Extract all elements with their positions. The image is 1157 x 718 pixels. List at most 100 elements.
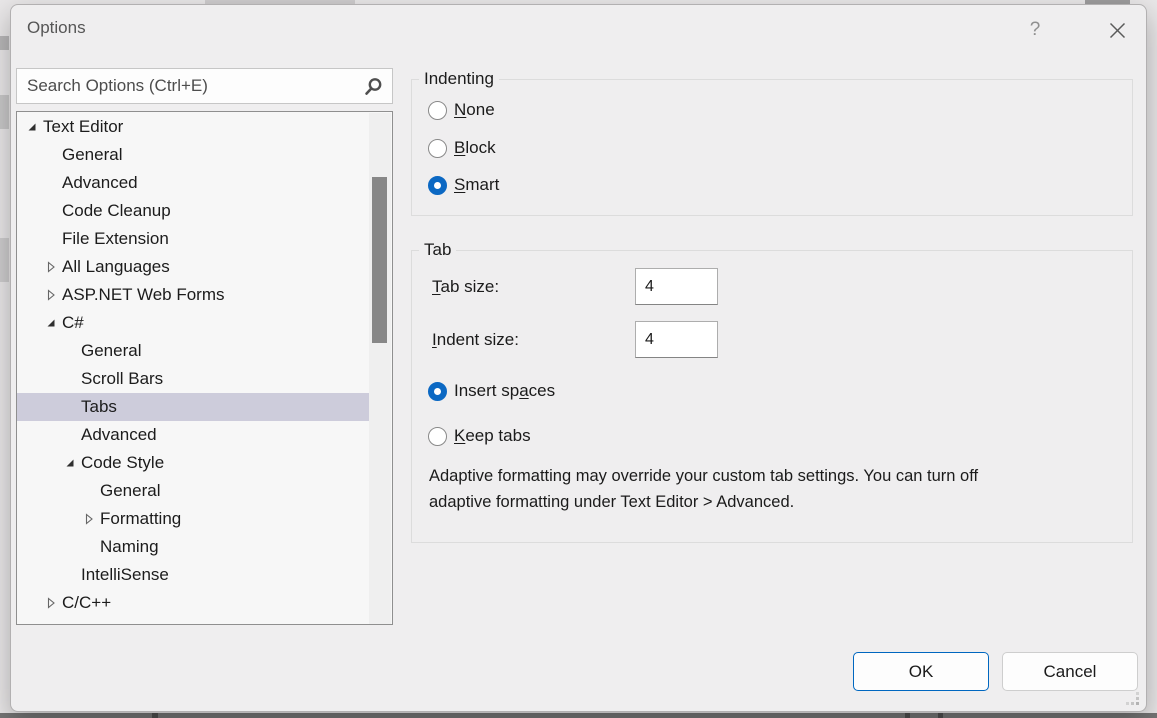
note-line-1: Adaptive formatting may override your cu… (429, 463, 1119, 489)
radio-option-label: Keep tabs (454, 426, 531, 446)
indenting-group-legend: Indenting (419, 69, 499, 89)
background-window-fragment (938, 713, 943, 718)
tree-expander-icon[interactable] (43, 288, 58, 303)
tree-expander-icon[interactable] (43, 316, 58, 331)
search-icon[interactable] (362, 76, 384, 98)
tree-expander-icon[interactable] (43, 260, 58, 275)
tree-item[interactable]: Tabs (17, 393, 369, 421)
tree-expander-icon[interactable] (62, 428, 77, 443)
tree-item-label: C/C++ (62, 593, 111, 613)
resize-grip[interactable] (1126, 692, 1140, 706)
indent-size-input[interactable] (635, 321, 718, 358)
tree-item-label: ASP.NET Web Forms (62, 285, 225, 305)
search-input[interactable] (17, 69, 392, 103)
tree-item-label: Naming (100, 537, 159, 557)
indent-size-label: Indent size: (432, 330, 519, 350)
tree-item[interactable]: All Languages (17, 253, 369, 281)
tree-item[interactable]: Naming (17, 533, 369, 561)
tree-item-label: Advanced (62, 173, 138, 193)
radio-option-label: Smart (454, 175, 499, 195)
tab-group-legend: Tab (419, 240, 456, 260)
radio-icon[interactable] (428, 139, 447, 158)
tree-expander-icon[interactable] (81, 540, 96, 555)
tree-expander-icon[interactable] (81, 484, 96, 499)
tab-size-label: Tab size: (432, 277, 499, 297)
tree-item[interactable]: General (17, 337, 369, 365)
tree-scrollbar[interactable] (369, 113, 391, 624)
tree-expander-icon[interactable] (62, 456, 77, 471)
tree-expander-icon[interactable] (62, 344, 77, 359)
tree-expander-icon[interactable] (81, 512, 96, 527)
tree-item[interactable]: Formatting (17, 505, 369, 533)
tree-item[interactable]: Code Style (17, 449, 369, 477)
tree-expander-icon[interactable] (62, 400, 77, 415)
tree-item[interactable]: Scroll Bars (17, 365, 369, 393)
radio-icon[interactable] (428, 101, 447, 120)
tree-item[interactable]: Code Cleanup (17, 197, 369, 225)
radio-option[interactable]: Block (428, 137, 496, 159)
close-icon (1109, 22, 1126, 39)
radio-icon[interactable] (428, 176, 447, 195)
tree-item[interactable]: C/C++ (17, 589, 369, 617)
background-window-fragment (0, 36, 9, 50)
radio-option-label: Block (454, 138, 496, 158)
scrollbar-thumb[interactable] (372, 177, 387, 343)
cancel-button[interactable]: Cancel (1002, 652, 1138, 691)
tab-group: Tab Tab size: Indent size: Insert spaces… (411, 250, 1133, 543)
tree-expander-icon[interactable] (24, 120, 39, 135)
tree-item-label: Code Style (81, 453, 164, 473)
tree-item-label: Code Cleanup (62, 201, 171, 221)
tree-item-label: Text Editor (43, 117, 123, 137)
tree-item[interactable]: General (17, 141, 369, 169)
background-window-fragment (905, 713, 910, 718)
radio-icon[interactable] (428, 382, 447, 401)
tree-item[interactable]: Advanced (17, 169, 369, 197)
dialog-title: Options (27, 18, 86, 38)
tree-item-label: Scroll Bars (81, 369, 163, 389)
tree-item-label: Advanced (81, 425, 157, 445)
tree-item[interactable]: Advanced (17, 421, 369, 449)
adaptive-formatting-note: Adaptive formatting may override your cu… (429, 463, 1119, 515)
tree-item-label: General (100, 481, 160, 501)
tree-item[interactable]: General (17, 477, 369, 505)
radio-option[interactable]: None (428, 99, 495, 121)
tree-expander-icon[interactable] (62, 372, 77, 387)
ok-button[interactable]: OK (853, 652, 989, 691)
radio-option[interactable]: Insert spaces (428, 380, 555, 402)
tree-item[interactable]: File Extension (17, 225, 369, 253)
tree-item-label: C# (62, 313, 84, 333)
tree-item[interactable]: ASP.NET Web Forms (17, 281, 369, 309)
tree-item-label: General (62, 145, 122, 165)
indenting-group: Indenting None Block Smart (411, 79, 1133, 216)
background-window-edge (0, 713, 1157, 718)
radio-icon[interactable] (428, 427, 447, 446)
tree-expander-icon[interactable] (43, 176, 58, 191)
tree-item-label: File Extension (62, 229, 169, 249)
search-box (16, 68, 393, 104)
tree-expander-icon[interactable] (43, 596, 58, 611)
tree-item-label: General (81, 341, 141, 361)
help-icon: ? (1030, 19, 1041, 41)
tree-item-label: IntelliSense (81, 565, 169, 585)
radio-option[interactable]: Keep tabs (428, 425, 531, 447)
tree-item[interactable]: IntelliSense (17, 561, 369, 589)
tree-item-label: Tabs (81, 397, 117, 417)
radio-option[interactable]: Smart (428, 174, 499, 196)
options-dialog: Options ? (10, 4, 1147, 712)
background-window-fragment (152, 713, 158, 718)
tree-expander-icon[interactable] (43, 232, 58, 247)
tree-expander-icon[interactable] (43, 148, 58, 163)
close-button[interactable] (1097, 14, 1137, 46)
tree-item[interactable]: C# (17, 309, 369, 337)
tree-expander-icon[interactable] (62, 568, 77, 583)
tree-item[interactable]: Text Editor (17, 113, 369, 141)
tree-item-label: Formatting (100, 509, 181, 529)
tab-size-input[interactable] (635, 268, 718, 305)
tree-expander-icon[interactable] (43, 204, 58, 219)
background-window-fragment (0, 238, 9, 282)
options-tree: Text Editor General Advanced (16, 111, 393, 625)
note-line-2: adaptive formatting under Text Editor > … (429, 489, 1119, 515)
titlebar: Options ? (11, 5, 1146, 57)
radio-option-label: None (454, 100, 495, 120)
help-button[interactable]: ? (1019, 15, 1051, 45)
